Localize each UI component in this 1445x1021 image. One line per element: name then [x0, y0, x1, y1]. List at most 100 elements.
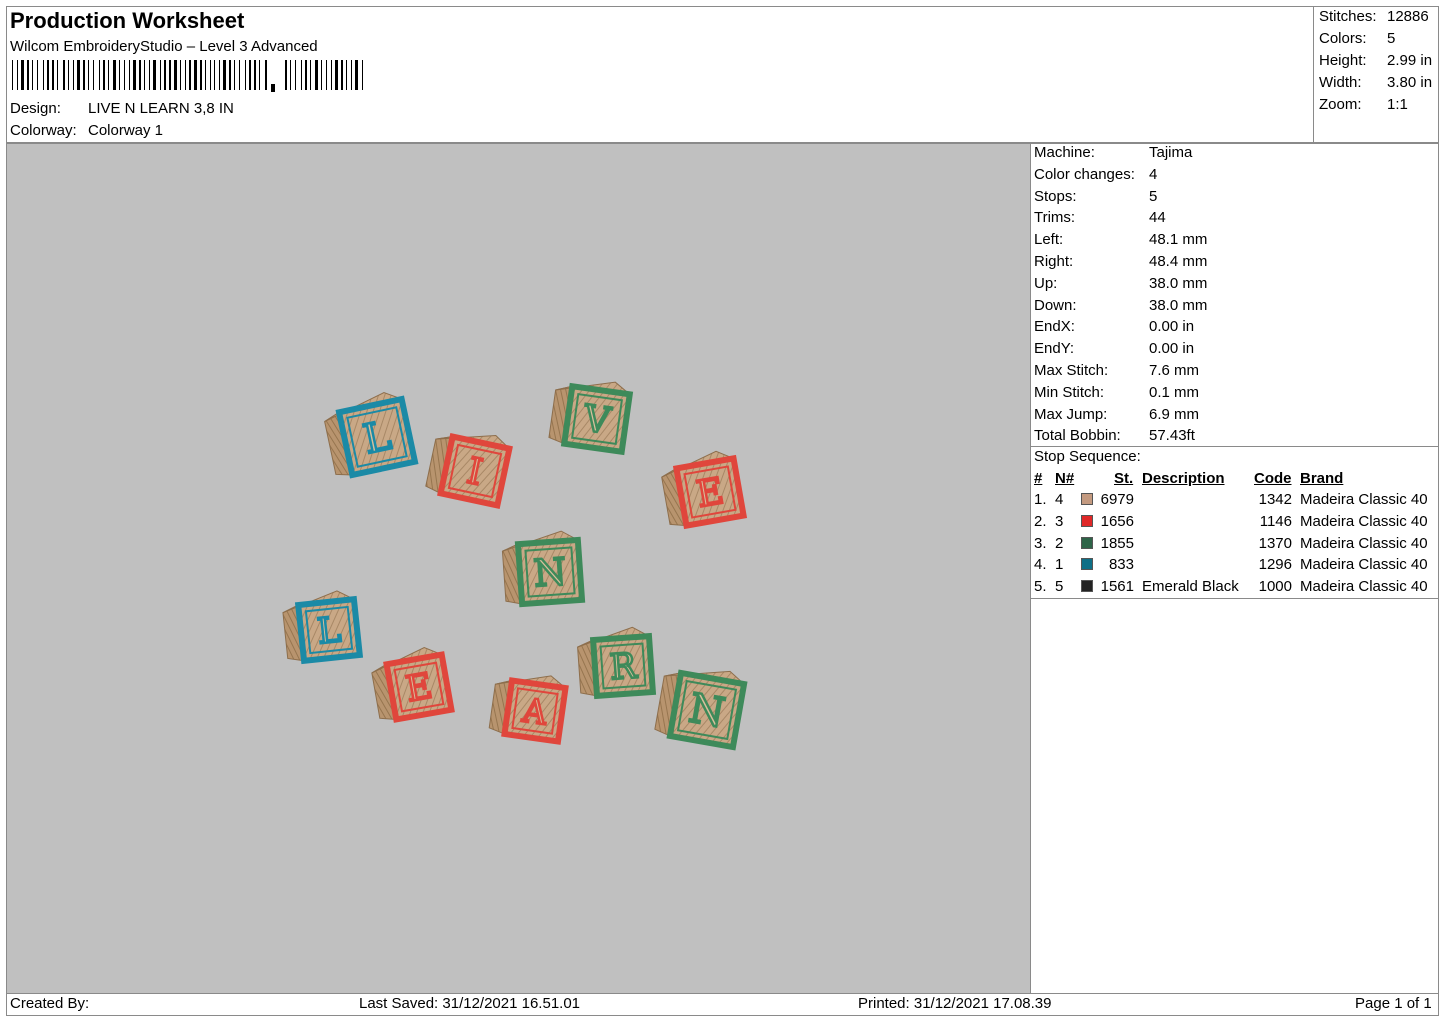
created-by: Created By:: [10, 995, 90, 1012]
col-header-stitches: St.: [1114, 470, 1134, 487]
col-header-needle: N#: [1055, 470, 1075, 487]
info-label: Up:: [1034, 274, 1058, 292]
color-swatch: [1081, 536, 1093, 549]
embroidery-design: LIVENLEARN: [282, 381, 748, 751]
info-value: 38.0 mm: [1149, 296, 1208, 314]
stitch-count: 6979: [1100, 491, 1134, 508]
info-label: Left:: [1034, 231, 1064, 249]
col-header-description: Description: [1142, 470, 1225, 487]
stitch-count: 1855: [1100, 534, 1134, 552]
barcode: [12, 60, 363, 92]
letter-block: V: [548, 381, 634, 456]
letter-block: L: [324, 392, 419, 479]
thread-code: 1370: [1258, 534, 1292, 552]
info-value: 0.1 mm: [1149, 383, 1200, 401]
thread-brand: Madeira Classic 40: [1300, 578, 1428, 596]
page-number: Page 1 of 1: [1355, 995, 1432, 1012]
thread-description: Emerald Black: [1142, 578, 1239, 596]
design-preview-canvas: LIVENLEARN: [6, 143, 1031, 994]
stat-value: 12886: [1387, 8, 1429, 25]
design-value: LIVE N LEARN 3,8 IN: [88, 100, 234, 117]
letter-block: E: [661, 450, 748, 530]
thread-code: 1342: [1258, 491, 1292, 508]
block-letter: R: [609, 646, 640, 688]
last-saved: Last Saved: 31/12/2021 16.51.01: [359, 995, 581, 1012]
stop-index: 3.: [1034, 534, 1047, 552]
thread-code: 1146: [1259, 512, 1292, 530]
info-label: Color changes:: [1034, 165, 1135, 183]
thread-code: 1000: [1258, 578, 1292, 596]
needle-number: 5: [1055, 578, 1064, 596]
stop-sequence-title: Stop Sequence:: [1034, 448, 1141, 465]
printed-date: Printed: 31/12/2021 17.08.39: [858, 995, 1052, 1012]
stat-value: 3.80 in: [1387, 74, 1433, 91]
letter-block: N: [501, 530, 586, 608]
stitch-count: 1561: [1100, 578, 1134, 596]
col-header-brand: Brand: [1300, 470, 1344, 487]
stat-label: Zoom:: [1319, 96, 1362, 113]
info-value: 0.00 in: [1149, 340, 1195, 358]
machine-info-panel: [1030, 143, 1439, 447]
block-letter: L: [315, 610, 342, 652]
stat-label: Stitches:: [1319, 8, 1377, 25]
info-value: 4: [1149, 165, 1158, 183]
info-value: 6.9 mm: [1149, 405, 1200, 423]
stat-value: 1:1: [1387, 96, 1408, 113]
color-swatch: [1081, 514, 1093, 527]
letter-block: I: [425, 433, 513, 509]
stop-index: 4.: [1034, 556, 1047, 574]
needle-number: 3: [1055, 512, 1064, 530]
info-value: 38.0 mm: [1149, 274, 1208, 292]
worksheet-footer: [6, 993, 1439, 1016]
letter-block: A: [488, 675, 569, 745]
thread-brand: Madeira Classic 40: [1300, 491, 1428, 508]
letter-block: R: [577, 626, 657, 700]
info-label: EndY:: [1034, 340, 1075, 358]
info-value: 5: [1149, 187, 1158, 205]
info-label: Right:: [1034, 253, 1074, 270]
stop-index: 5.: [1034, 578, 1047, 596]
color-swatch: [1081, 493, 1093, 505]
letter-block: L: [282, 590, 364, 665]
page-title: Production Worksheet: [10, 8, 245, 33]
software-subtitle: Wilcom EmbroideryStudio – Level 3 Advanc…: [10, 38, 318, 55]
info-label: Stops:: [1034, 187, 1077, 205]
needle-number: 4: [1055, 491, 1064, 508]
colorway-value: Colorway 1: [88, 122, 164, 139]
letter-block: N: [654, 669, 748, 751]
color-swatch: [1081, 558, 1093, 571]
stat-value: 2.99 in: [1387, 52, 1433, 69]
needle-number: 2: [1055, 534, 1064, 552]
info-label: Total Bobbin:: [1034, 427, 1121, 445]
info-value: 48.1 mm: [1149, 231, 1208, 249]
stop-index: 2.: [1034, 512, 1047, 530]
info-label: Down:: [1034, 296, 1077, 314]
thread-brand: Madeira Classic 40: [1300, 556, 1428, 574]
col-header-code: Code: [1254, 470, 1292, 487]
colorway-label: Colorway:: [10, 122, 77, 139]
info-value: 7.6 mm: [1149, 362, 1200, 379]
thread-brand: Madeira Classic 40: [1300, 534, 1428, 552]
stitch-count: 833: [1108, 556, 1134, 574]
info-value: Tajima: [1149, 144, 1193, 161]
thread-brand: Madeira Classic 40: [1300, 512, 1428, 530]
stat-value: 5: [1387, 30, 1396, 47]
info-label: EndX:: [1034, 318, 1075, 336]
block-letter: N: [532, 550, 567, 595]
thread-code: 1296: [1258, 556, 1292, 574]
letter-block: E: [371, 646, 455, 723]
info-value: 48.4 mm: [1149, 253, 1208, 270]
stat-label: Colors:: [1319, 30, 1367, 47]
info-value: 57.43ft: [1149, 427, 1195, 445]
info-label: Max Jump:: [1034, 405, 1108, 423]
info-value: 44: [1149, 209, 1166, 227]
design-label: Design:: [10, 100, 61, 117]
info-label: Max Stitch:: [1034, 362, 1109, 379]
info-label: Trims:: [1034, 209, 1076, 227]
col-header-num: #: [1034, 470, 1043, 487]
color-swatch: [1081, 580, 1093, 593]
info-label: Machine:: [1034, 144, 1095, 161]
stat-label: Width:: [1319, 74, 1362, 91]
stitch-count: 1656: [1100, 512, 1134, 530]
stat-label: Height:: [1319, 52, 1367, 69]
